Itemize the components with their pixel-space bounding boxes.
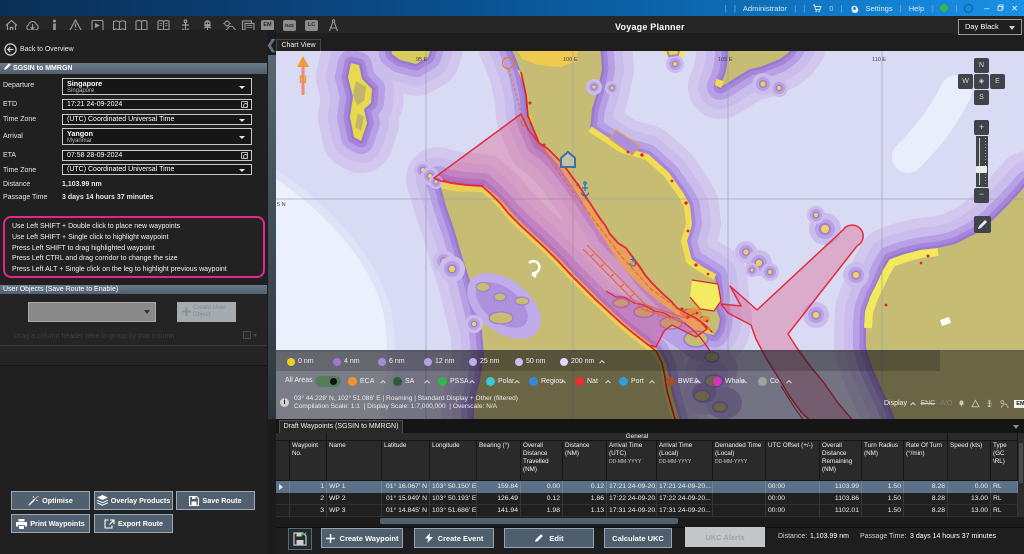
svg-text:110 E: 110 E xyxy=(872,57,886,63)
svg-text:95 E: 95 E xyxy=(416,57,428,63)
svg-text:N: N xyxy=(299,74,307,86)
svg-text:100 E: 100 E xyxy=(563,57,578,63)
svg-text:5 N: 5 N xyxy=(277,202,286,208)
svg-text:105 E: 105 E xyxy=(718,57,733,63)
